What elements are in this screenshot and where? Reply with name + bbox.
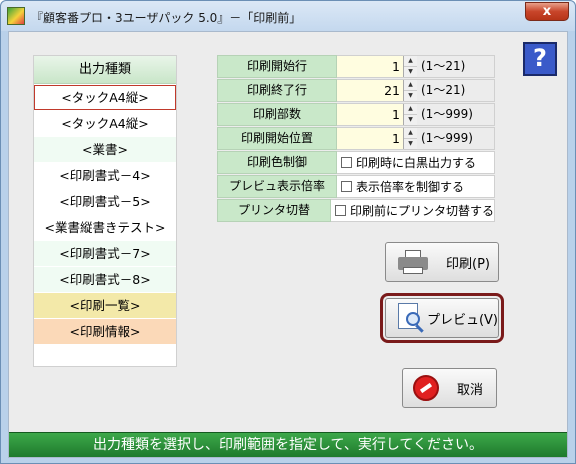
output-type-list: 出力種類 <タックA4縦> <タックA4縦> <業書> <印刷書式－4> <印刷… — [33, 55, 177, 367]
checkbox-icon[interactable] — [341, 181, 352, 192]
printer-icon — [398, 250, 428, 274]
start-pos-range: (1～999) — [417, 128, 494, 149]
zoom-control-label: 表示倍率を制御する — [356, 180, 465, 194]
spin-down-icon[interactable]: ▼ — [404, 67, 417, 78]
color-label: 印刷色制御 — [217, 151, 337, 174]
output-type-item[interactable]: <印刷一覧> — [34, 293, 176, 318]
title-bar[interactable]: 『顧客番プロ・3ユーザパック 5.0』－「印刷前」 x — [1, 1, 575, 31]
preview-button[interactable]: プレビュ(V) — [380, 293, 504, 343]
output-type-item[interactable]: <印刷書式－7> — [34, 241, 176, 266]
start-row-input[interactable]: 1 — [337, 56, 403, 77]
setting-row-start-row: 印刷開始行 1 ▲ ▼ (1～21) — [217, 55, 495, 78]
output-type-header: 出力種類 — [34, 56, 176, 84]
setting-row-color: 印刷色制御 印刷時に白黒出力する — [217, 151, 495, 174]
cancel-button[interactable]: 取消 — [402, 368, 497, 408]
spin-down-icon[interactable]: ▼ — [404, 91, 417, 102]
output-type-item[interactable]: <印刷書式－8> — [34, 267, 176, 292]
start-row-spinner[interactable]: ▲ ▼ — [403, 56, 417, 78]
start-row-field: 1 ▲ ▼ (1～21) — [337, 55, 495, 78]
setting-row-start-pos: 印刷開始位置 1 ▲ ▼ (1～999) — [217, 127, 495, 150]
magnifier-icon — [398, 303, 424, 333]
copies-field: 1 ▲ ▼ (1～999) — [337, 103, 495, 126]
start-pos-label: 印刷開始位置 — [217, 127, 337, 150]
copies-range: (1～999) — [417, 104, 494, 125]
window-title: 『顧客番プロ・3ユーザパック 5.0』－「印刷前」 — [31, 11, 302, 25]
end-row-range: (1～21) — [417, 80, 494, 101]
client-area: ? 出力種類 <タックA4縦> <タックA4縦> <業書> <印刷書式－4> <… — [8, 31, 568, 458]
zoom-label: プレビュ表示倍率 — [217, 175, 337, 198]
print-settings: 印刷開始行 1 ▲ ▼ (1～21) 印刷終了行 21 ▲ ▼ (1～21) 印刷部… — [217, 55, 495, 223]
end-row-label: 印刷終了行 — [217, 79, 337, 102]
spin-up-icon[interactable]: ▲ — [404, 56, 417, 67]
copies-spinner[interactable]: ▲ ▼ — [403, 104, 417, 126]
start-row-range: (1～21) — [417, 56, 494, 77]
setting-row-printer: プリンタ切替 印刷前にプリンタ切替する — [217, 199, 495, 222]
setting-row-end-row: 印刷終了行 21 ▲ ▼ (1～21) — [217, 79, 495, 102]
end-row-input[interactable]: 21 — [337, 80, 403, 101]
app-icon — [7, 7, 25, 25]
bw-output-label: 印刷時に白黒出力する — [356, 156, 477, 170]
checkbox-icon[interactable] — [341, 157, 352, 168]
printer-switch-label: 印刷前にプリンタ切替する — [349, 204, 494, 218]
start-row-label: 印刷開始行 — [217, 55, 337, 78]
bw-output-checkbox[interactable]: 印刷時に白黒出力する — [337, 151, 495, 174]
output-type-item[interactable]: <タックA4縦> — [34, 111, 176, 136]
window-frame: 『顧客番プロ・3ユーザパック 5.0』－「印刷前」 x ? 出力種類 <タックA… — [0, 0, 576, 464]
help-button[interactable]: ? — [523, 42, 557, 76]
output-type-item[interactable]: <印刷書式－4> — [34, 163, 176, 188]
start-pos-spinner[interactable]: ▲ ▼ — [403, 128, 417, 150]
cancel-icon — [413, 375, 439, 401]
close-button[interactable]: x — [525, 2, 569, 21]
preview-button-label: プレビュ(V) — [426, 312, 498, 328]
output-type-item[interactable]: <タックA4縦> — [34, 85, 176, 110]
end-row-field: 21 ▲ ▼ (1～21) — [337, 79, 495, 102]
start-pos-input[interactable]: 1 — [337, 128, 403, 149]
spin-up-icon[interactable]: ▲ — [404, 104, 417, 115]
output-type-item[interactable]: <印刷書式－5> — [34, 189, 176, 214]
spin-up-icon[interactable]: ▲ — [404, 128, 417, 139]
checkbox-icon[interactable] — [334, 205, 346, 216]
printer-switch-checkbox[interactable]: 印刷前にプリンタ切替する — [330, 199, 495, 222]
spin-up-icon[interactable]: ▲ — [404, 80, 417, 91]
output-type-item[interactable]: <業書> — [34, 137, 176, 162]
print-button[interactable]: 印刷(P) — [385, 242, 499, 282]
zoom-control-checkbox[interactable]: 表示倍率を制御する — [337, 175, 495, 198]
print-button-label: 印刷(P) — [446, 256, 490, 272]
setting-row-copies: 印刷部数 1 ▲ ▼ (1～999) — [217, 103, 495, 126]
cancel-button-label: 取消 — [457, 382, 484, 398]
printer-label: プリンタ切替 — [217, 199, 331, 222]
spin-down-icon[interactable]: ▼ — [404, 139, 417, 150]
spin-down-icon[interactable]: ▼ — [404, 115, 417, 126]
status-bar: 出力種類を選択し、印刷範囲を指定して、実行してください。 — [9, 432, 567, 457]
setting-row-zoom: プレビュ表示倍率 表示倍率を制御する — [217, 175, 495, 198]
output-type-item[interactable]: <業書縦書きテスト> — [34, 215, 176, 240]
copies-input[interactable]: 1 — [337, 104, 403, 125]
start-pos-field: 1 ▲ ▼ (1～999) — [337, 127, 495, 150]
output-type-item[interactable]: <印刷情報> — [34, 319, 176, 344]
copies-label: 印刷部数 — [217, 103, 337, 126]
end-row-spinner[interactable]: ▲ ▼ — [403, 80, 417, 102]
